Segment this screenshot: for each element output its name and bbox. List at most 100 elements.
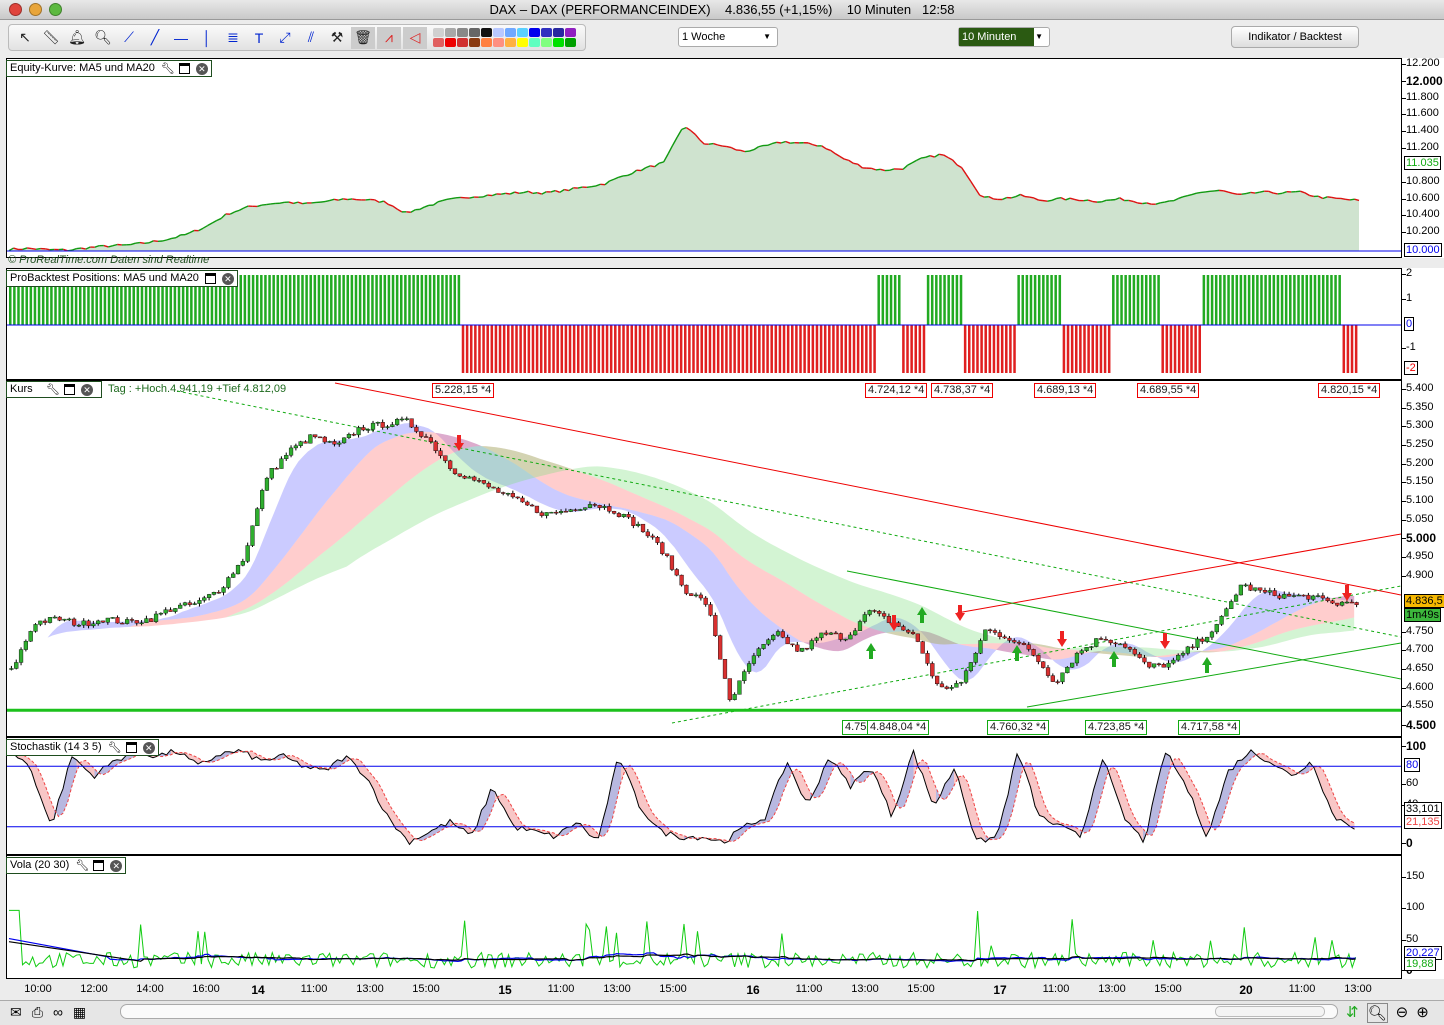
close-icon[interactable]: ✕ xyxy=(110,859,123,872)
window-icon[interactable] xyxy=(178,63,190,74)
color-swatch[interactable] xyxy=(529,38,540,47)
short-position-bar xyxy=(803,325,806,373)
short-position-bar xyxy=(597,325,601,373)
triangle-icon[interactable]: ◁ xyxy=(403,26,427,49)
tools-icon[interactable]: ⚒ xyxy=(325,27,349,49)
zoom-out-icon[interactable]: ⊖ xyxy=(1396,1003,1409,1023)
vertical-line-icon[interactable]: │ xyxy=(195,27,219,49)
trash-icon[interactable]: 🗑︎ xyxy=(351,26,375,49)
equity-panel-header: Equity-Kurve: MA5 und MA20 🔧︎ ✕ xyxy=(6,60,212,77)
long-position-bar xyxy=(338,275,341,325)
vola-chart[interactable] xyxy=(7,856,1401,978)
equity-y-axis[interactable]: 12.200 12.000 11.800 11.600 11.400 11.200 10.8… xyxy=(1402,57,1444,258)
link-icon[interactable]: ∞ xyxy=(53,1004,63,1021)
candle xyxy=(722,659,728,679)
color-swatch[interactable] xyxy=(481,38,492,47)
stochastic-y-axis[interactable]: 100604008033,10121,135 xyxy=(1401,737,1444,855)
title-interval: 10 Minuten xyxy=(846,2,912,17)
window-icon[interactable] xyxy=(93,860,105,871)
minimize-window-button[interactable] xyxy=(29,3,42,16)
interval-select[interactable]: 10 Minuten ▼ xyxy=(958,27,1050,47)
stochastic-chart[interactable] xyxy=(7,738,1401,854)
alarm-bell-icon[interactable]: 🔔︎ xyxy=(65,27,89,49)
trendline-icon[interactable]: ╱ xyxy=(143,27,167,49)
period-select[interactable]: 1 Woche ▼ xyxy=(678,27,778,47)
color-swatch[interactable] xyxy=(517,38,528,47)
pointer-icon[interactable]: ↖ xyxy=(13,27,37,49)
close-icon[interactable]: ✕ xyxy=(195,62,208,75)
zoom-icon[interactable]: 🔍︎ xyxy=(91,27,115,49)
candle xyxy=(645,531,650,537)
color-swatch[interactable] xyxy=(445,38,456,47)
close-icon[interactable]: ✕ xyxy=(142,741,155,754)
close-window-button[interactable] xyxy=(9,3,22,16)
short-position-bar xyxy=(729,325,732,373)
color-swatch[interactable] xyxy=(457,28,468,37)
color-swatch[interactable] xyxy=(433,38,444,47)
color-swatch[interactable] xyxy=(457,38,468,47)
candle xyxy=(269,468,274,479)
close-icon[interactable]: ✕ xyxy=(81,383,93,396)
wrench-icon[interactable]: 🔧︎ xyxy=(108,742,122,754)
equity-segment xyxy=(1200,191,1206,194)
short-position-bar xyxy=(630,325,634,373)
color-swatch[interactable] xyxy=(481,28,492,37)
horizontal-line-icon[interactable]: — xyxy=(169,27,193,49)
color-swatch[interactable] xyxy=(517,28,528,37)
vola-y-axis[interactable]: 15010050020,22719,88 xyxy=(1401,855,1444,979)
window-icon[interactable] xyxy=(125,742,137,753)
zoom-in-icon[interactable]: ⊕ xyxy=(1416,1003,1429,1023)
candle xyxy=(356,427,361,436)
candle xyxy=(370,422,376,430)
wrench-icon[interactable]: 🔧︎ xyxy=(75,860,89,872)
ruler-icon[interactable]: 📏︎ xyxy=(39,27,63,49)
export-icon[interactable]: ▦ xyxy=(73,1004,86,1021)
indicator-icon[interactable]: ≣ xyxy=(221,27,245,49)
price-chart[interactable] xyxy=(7,381,1402,736)
price-y-axis[interactable]: 5.400 5.350 5.300 5.250 5.200 5.150 5.100 5.050… xyxy=(1401,380,1444,737)
equity-segment xyxy=(1327,196,1333,199)
color-swatch[interactable] xyxy=(565,38,576,47)
zoom-window-button[interactable] xyxy=(49,3,62,16)
horizontal-scrollbar[interactable] xyxy=(120,1004,1338,1019)
mail-icon[interactable]: ✉ xyxy=(10,1004,22,1021)
color-swatch[interactable] xyxy=(565,28,576,37)
long-position-bar xyxy=(383,275,387,325)
line-icon[interactable]: ⟋ xyxy=(117,27,141,49)
signal-icon[interactable]: ⩘ xyxy=(377,26,401,49)
color-swatch[interactable] xyxy=(433,28,444,37)
color-swatch[interactable] xyxy=(553,28,564,37)
color-swatch[interactable] xyxy=(505,38,516,47)
equity-chart[interactable] xyxy=(7,59,1401,257)
candle xyxy=(67,618,72,621)
print-icon[interactable]: ⎙ xyxy=(32,1004,43,1021)
color-swatch[interactable] xyxy=(445,28,456,37)
color-swatch[interactable] xyxy=(529,28,540,37)
color-swatch[interactable] xyxy=(541,38,552,47)
auto-scale-icon[interactable]: ⇵ xyxy=(1346,1003,1359,1023)
candle xyxy=(771,635,776,640)
candle xyxy=(47,617,53,623)
wrench-icon[interactable]: 🔧︎ xyxy=(161,63,175,75)
text-icon[interactable]: T xyxy=(247,27,271,49)
channel-icon[interactable]: ⤢ xyxy=(273,27,297,49)
color-swatch[interactable] xyxy=(541,28,552,37)
parallel-lines-icon[interactable]: ⫽ xyxy=(299,27,323,49)
candle xyxy=(433,441,438,451)
color-swatch[interactable] xyxy=(469,38,480,47)
color-swatch[interactable] xyxy=(493,28,504,37)
zoom-fit-icon[interactable]: 🔍︎ xyxy=(1366,1003,1388,1023)
positions-y-axis[interactable]: 2 1 -1 0 -2 xyxy=(1401,267,1444,380)
color-swatch[interactable] xyxy=(493,38,504,47)
wrench-icon[interactable]: 🔧︎ xyxy=(46,384,60,396)
window-icon[interactable] xyxy=(204,273,216,284)
color-swatch[interactable] xyxy=(505,28,516,37)
candle xyxy=(877,611,882,614)
color-swatch[interactable] xyxy=(469,28,480,37)
close-icon[interactable]: ✕ xyxy=(221,272,234,285)
scroll-thumb[interactable] xyxy=(1215,1006,1325,1017)
long-position-bar xyxy=(350,275,354,325)
color-swatch[interactable] xyxy=(553,38,564,47)
indicator-backtest-button[interactable]: Indikator / Backtest xyxy=(1231,26,1359,48)
window-icon[interactable] xyxy=(64,384,75,395)
